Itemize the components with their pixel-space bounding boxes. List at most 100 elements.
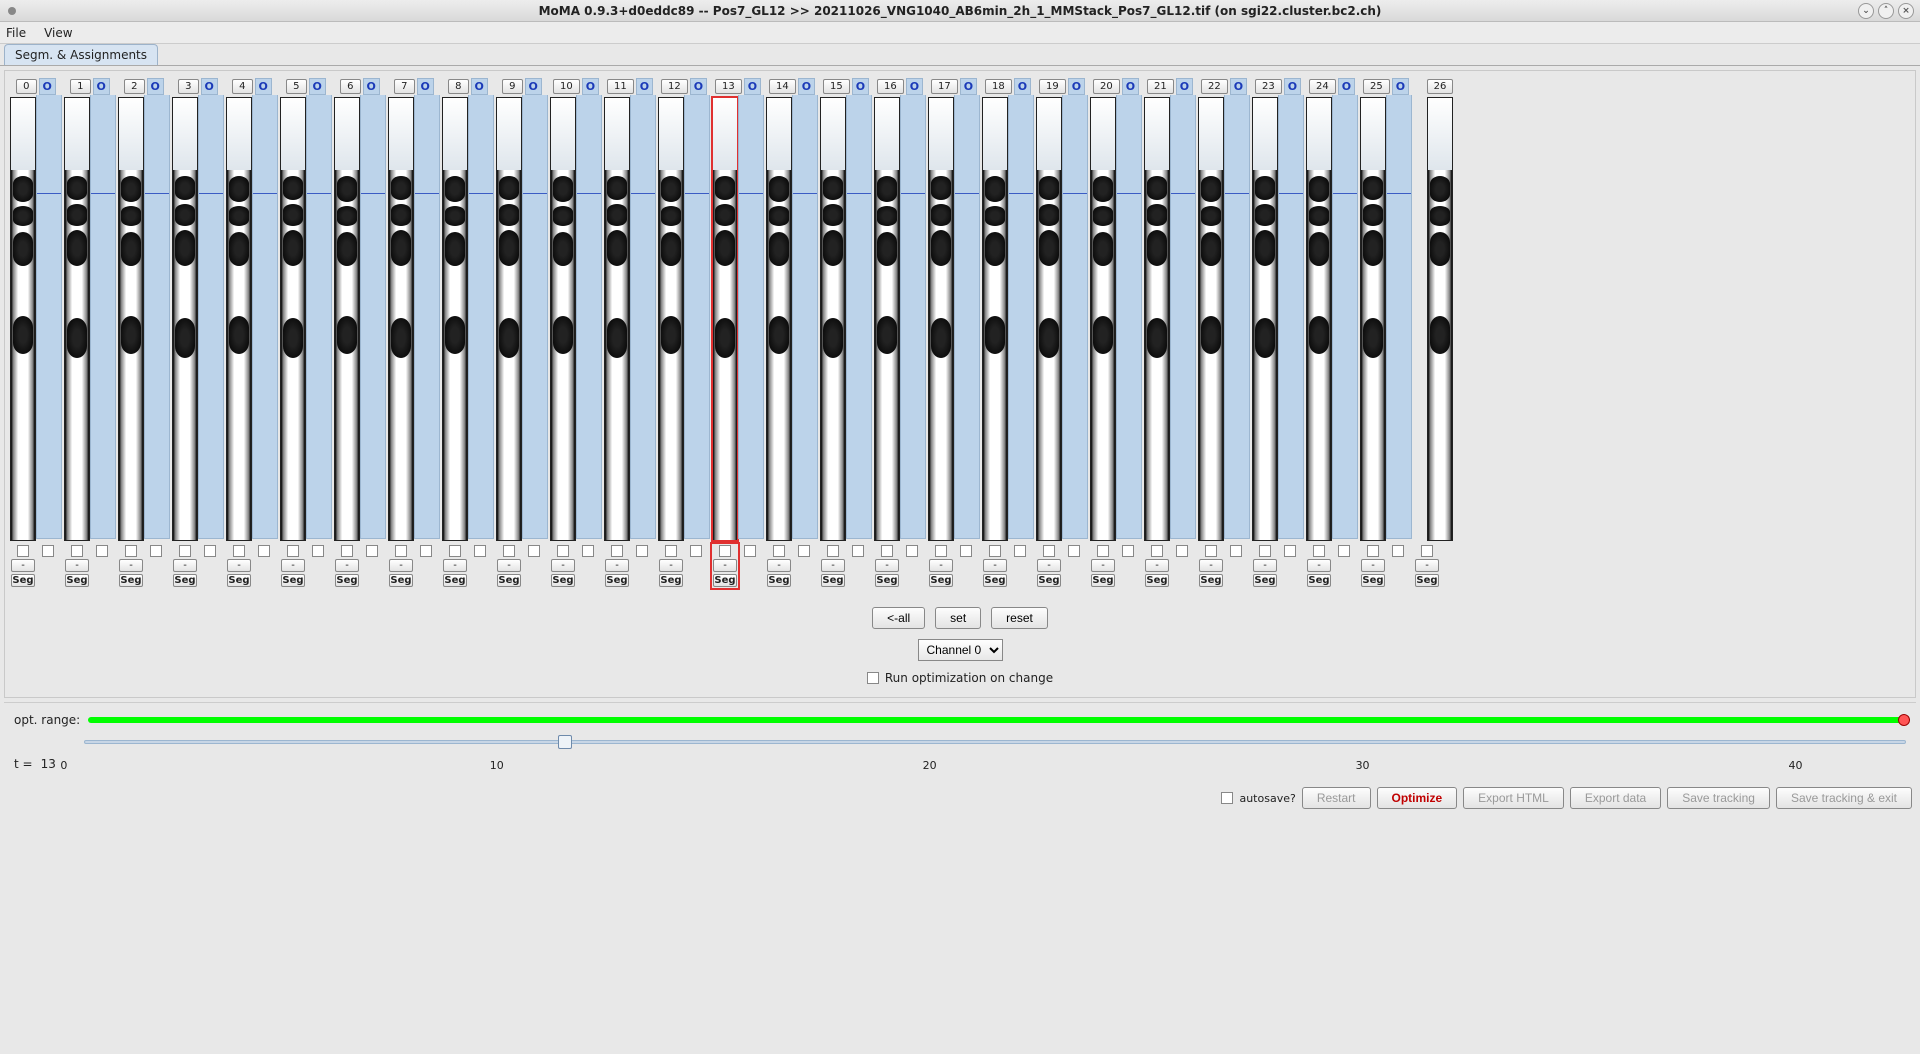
lane-index-button[interactable]: 9 bbox=[502, 79, 522, 94]
dash-button[interactable]: - bbox=[1037, 559, 1061, 572]
assignment-checkbox[interactable] bbox=[582, 545, 594, 557]
assignment-checkbox[interactable] bbox=[474, 545, 486, 557]
run-opt-checkbox[interactable] bbox=[867, 672, 879, 684]
assignment-strip[interactable] bbox=[252, 95, 278, 539]
assignment-checkbox[interactable] bbox=[798, 545, 810, 557]
assignment-strip[interactable] bbox=[792, 95, 818, 539]
assignment-checkbox[interactable] bbox=[366, 545, 378, 557]
channel-image[interactable] bbox=[64, 97, 90, 541]
lane-checkbox[interactable] bbox=[1313, 545, 1325, 557]
dash-button[interactable]: - bbox=[173, 559, 197, 572]
assignment-checkbox[interactable] bbox=[744, 545, 756, 557]
lane-index-button[interactable]: 2 bbox=[124, 79, 144, 94]
assignment-checkbox[interactable] bbox=[690, 545, 702, 557]
channel-image[interactable] bbox=[226, 97, 252, 541]
autosave-checkbox[interactable] bbox=[1221, 792, 1233, 804]
channel-image[interactable] bbox=[874, 97, 900, 541]
assignment-checkbox[interactable] bbox=[1392, 545, 1404, 557]
export-data-button[interactable]: Export data bbox=[1570, 787, 1661, 809]
lane-checkbox[interactable] bbox=[1421, 545, 1433, 557]
maximize-button[interactable]: ˄ bbox=[1878, 3, 1894, 19]
lane-checkbox[interactable] bbox=[1043, 545, 1055, 557]
assignment-checkbox[interactable] bbox=[42, 545, 54, 557]
seg-button[interactable]: Seg bbox=[551, 574, 575, 587]
lane-index-button[interactable]: 18 bbox=[985, 79, 1012, 94]
lane-checkbox[interactable] bbox=[449, 545, 461, 557]
seg-button[interactable]: Seg bbox=[1361, 574, 1385, 587]
lane-index-button[interactable]: 1 bbox=[70, 79, 90, 94]
seg-button[interactable]: Seg bbox=[821, 574, 845, 587]
seg-button[interactable]: Seg bbox=[983, 574, 1007, 587]
lane-index-button[interactable]: 13 bbox=[715, 79, 742, 94]
assignment-checkbox[interactable] bbox=[1284, 545, 1296, 557]
seg-button[interactable]: Seg bbox=[389, 574, 413, 587]
set-button[interactable]: set bbox=[935, 607, 981, 629]
close-button[interactable]: × bbox=[1898, 3, 1914, 19]
channel-image[interactable] bbox=[712, 97, 738, 541]
seg-button[interactable]: Seg bbox=[713, 574, 737, 587]
channel-image[interactable] bbox=[982, 97, 1008, 541]
channel-image[interactable] bbox=[1090, 97, 1116, 541]
assignment-strip[interactable] bbox=[90, 95, 116, 539]
lane-index-button[interactable]: 24 bbox=[1309, 79, 1336, 94]
lane-index-button[interactable]: 17 bbox=[931, 79, 958, 94]
channel-image[interactable] bbox=[442, 97, 468, 541]
lane-index-button[interactable]: 10 bbox=[553, 79, 580, 94]
assignment-checkbox[interactable] bbox=[906, 545, 918, 557]
assignment-strip[interactable] bbox=[360, 95, 386, 539]
assignment-strip[interactable] bbox=[1008, 95, 1034, 539]
menu-file[interactable]: File bbox=[6, 26, 26, 40]
assignment-strip[interactable] bbox=[36, 95, 62, 539]
seg-button[interactable]: Seg bbox=[1415, 574, 1439, 587]
lane-index-button[interactable]: 4 bbox=[232, 79, 252, 94]
lane-index-button[interactable]: 5 bbox=[286, 79, 306, 94]
lane-checkbox[interactable] bbox=[611, 545, 623, 557]
seg-button[interactable]: Seg bbox=[1307, 574, 1331, 587]
lane-checkbox[interactable] bbox=[665, 545, 677, 557]
dash-button[interactable]: - bbox=[659, 559, 683, 572]
dash-button[interactable]: - bbox=[713, 559, 737, 572]
assignment-checkbox[interactable] bbox=[1122, 545, 1134, 557]
seg-button[interactable]: Seg bbox=[497, 574, 521, 587]
lane-checkbox[interactable] bbox=[71, 545, 83, 557]
assignment-strip[interactable] bbox=[1224, 95, 1250, 539]
channel-image[interactable] bbox=[604, 97, 630, 541]
seg-button[interactable]: Seg bbox=[119, 574, 143, 587]
dash-button[interactable]: - bbox=[1253, 559, 1277, 572]
assignment-checkbox[interactable] bbox=[852, 545, 864, 557]
lane-checkbox[interactable] bbox=[881, 545, 893, 557]
channel-image[interactable] bbox=[388, 97, 414, 541]
lane-checkbox[interactable] bbox=[179, 545, 191, 557]
assignment-checkbox[interactable] bbox=[636, 545, 648, 557]
assignment-strip[interactable] bbox=[468, 95, 494, 539]
lane-checkbox[interactable] bbox=[1097, 545, 1109, 557]
seg-button[interactable]: Seg bbox=[227, 574, 251, 587]
assignment-checkbox[interactable] bbox=[258, 545, 270, 557]
dash-button[interactable]: - bbox=[875, 559, 899, 572]
seg-button[interactable]: Seg bbox=[11, 574, 35, 587]
assignment-strip[interactable] bbox=[1116, 95, 1142, 539]
lane-checkbox[interactable] bbox=[773, 545, 785, 557]
channel-image[interactable] bbox=[10, 97, 36, 541]
dash-button[interactable]: - bbox=[1145, 559, 1169, 572]
time-slider-thumb[interactable] bbox=[558, 735, 572, 749]
optimize-button[interactable]: Optimize bbox=[1377, 787, 1458, 809]
reset-button[interactable]: reset bbox=[991, 607, 1048, 629]
channel-image[interactable] bbox=[1306, 97, 1332, 541]
channel-image[interactable] bbox=[1252, 97, 1278, 541]
channel-image[interactable] bbox=[172, 97, 198, 541]
dash-button[interactable]: - bbox=[227, 559, 251, 572]
assignment-strip[interactable] bbox=[576, 95, 602, 539]
seg-button[interactable]: Seg bbox=[659, 574, 683, 587]
seg-button[interactable]: Seg bbox=[1091, 574, 1115, 587]
channel-image[interactable] bbox=[334, 97, 360, 541]
restart-button[interactable]: Restart bbox=[1302, 787, 1371, 809]
lane-index-button[interactable]: 25 bbox=[1363, 79, 1390, 94]
lane-checkbox[interactable] bbox=[395, 545, 407, 557]
dash-button[interactable]: - bbox=[281, 559, 305, 572]
seg-button[interactable]: Seg bbox=[65, 574, 89, 587]
lane-index-button[interactable]: 3 bbox=[178, 79, 198, 94]
lane-checkbox[interactable] bbox=[1367, 545, 1379, 557]
lane-index-button[interactable]: 0 bbox=[16, 79, 36, 94]
lane-index-button[interactable]: 12 bbox=[661, 79, 688, 94]
